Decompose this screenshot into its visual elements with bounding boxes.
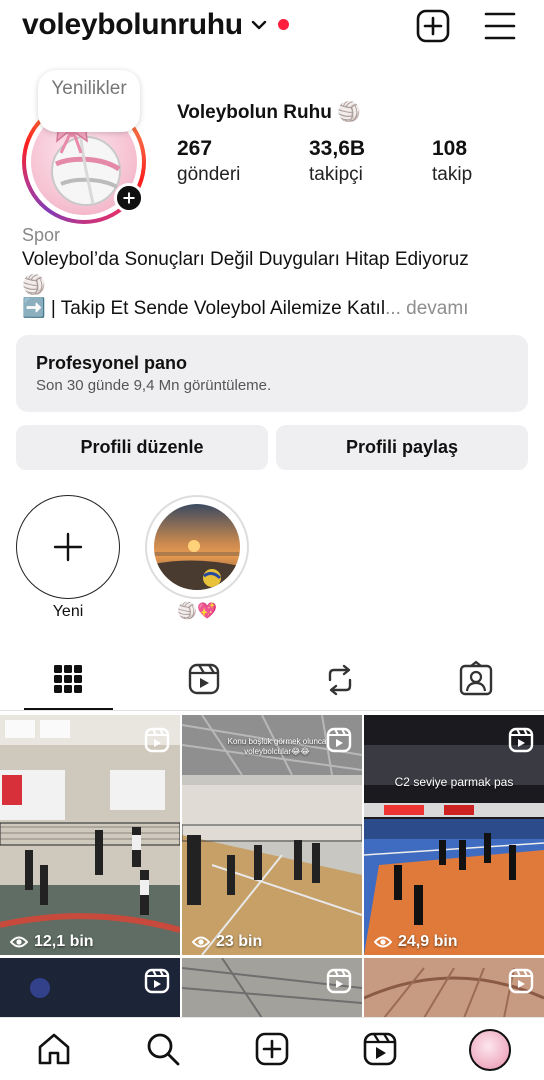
- view-count-icon: [10, 936, 28, 948]
- tagged-icon[interactable]: [456, 660, 496, 700]
- chevron-down-icon[interactable]: [250, 16, 268, 34]
- highlight-item[interactable]: [145, 495, 249, 599]
- view-count-icon: [192, 936, 210, 948]
- stat-posts[interactable]: 267 gönderi: [177, 137, 240, 186]
- plus-icon: [53, 532, 83, 562]
- reel-badge-icon: [508, 968, 534, 994]
- reels-icon[interactable]: [184, 660, 224, 700]
- reposts-icon[interactable]: [320, 660, 360, 700]
- professional-dashboard[interactable]: Profesyonel pano Son 30 günde 9,4 Mn gör…: [16, 335, 528, 412]
- bio-more-link[interactable]: ... devamı: [385, 298, 468, 319]
- top-bar: voleybolunruhu: [0, 0, 544, 54]
- grid-post[interactable]: 12,1 bin: [0, 715, 180, 955]
- search-icon[interactable]: [145, 1031, 181, 1067]
- share-profile-button[interactable]: Profili paylaş: [276, 425, 528, 470]
- post-caption-overlay: C2 seviye parmak pas: [394, 775, 514, 789]
- add-story-icon[interactable]: [114, 183, 144, 213]
- notification-dot: [278, 19, 289, 30]
- view-count: 12,1 bin: [34, 933, 94, 950]
- grid-post[interactable]: [182, 958, 362, 1018]
- grid-post[interactable]: C2 seviye parmak pas 24,9 bin: [364, 715, 544, 955]
- highlight-label: 🏐💖: [177, 603, 217, 620]
- home-icon[interactable]: [36, 1031, 72, 1067]
- grid-post[interactable]: [364, 958, 544, 1018]
- create-plus-icon[interactable]: [416, 9, 450, 43]
- stat-following[interactable]: 108 takip: [432, 137, 472, 186]
- reel-badge-icon: [326, 968, 352, 994]
- view-count-icon: [374, 936, 392, 948]
- reel-badge-icon: [144, 968, 170, 994]
- post-caption-overlay: Konu boşluk görmek olunca voleybolcular😂…: [227, 737, 327, 756]
- profile-avatar[interactable]: [469, 1029, 511, 1071]
- grid-post[interactable]: [0, 958, 180, 1018]
- account-username[interactable]: voleybolunruhu: [22, 8, 243, 42]
- reel-badge-icon: [508, 727, 534, 753]
- bottom-navigation: [0, 1017, 544, 1080]
- volleyball-icon: 🏐: [22, 275, 46, 296]
- stat-followers[interactable]: 33,6B takipçi: [309, 137, 365, 186]
- reels-nav-icon[interactable]: [362, 1031, 398, 1067]
- menu-icon[interactable]: [483, 10, 517, 42]
- display-name: Voleybolun Ruhu 🏐: [177, 102, 361, 123]
- reel-badge-icon: [326, 727, 352, 753]
- edit-profile-button[interactable]: Profili düzenle: [16, 425, 268, 470]
- view-count: 23 bin: [216, 933, 263, 950]
- highlight-label: Yeni: [52, 603, 84, 620]
- reel-badge-icon: [144, 727, 170, 753]
- grid-post[interactable]: Konu boşluk görmek olunca voleybolcular😂…: [182, 715, 362, 955]
- highlight-cover: [154, 504, 240, 590]
- bio-line: Voleybol’da Sonuçları Değil Duyguları Hi…: [22, 249, 469, 270]
- new-highlight-button[interactable]: [16, 495, 120, 599]
- view-count: 24,9 bin: [398, 933, 458, 950]
- dashboard-subtitle: Son 30 günde 9,4 Mn görüntüleme.: [36, 377, 272, 394]
- create-icon[interactable]: [254, 1031, 290, 1067]
- note-bubble[interactable]: Yenilikler: [38, 70, 140, 132]
- bio-line: ➡️ | Takip Et Sende Voleybol Ailemize Ka…: [22, 298, 469, 319]
- dashboard-title: Profesyonel pano: [36, 353, 188, 373]
- grid-icon[interactable]: [48, 660, 88, 700]
- profile-category: Spor: [22, 225, 61, 245]
